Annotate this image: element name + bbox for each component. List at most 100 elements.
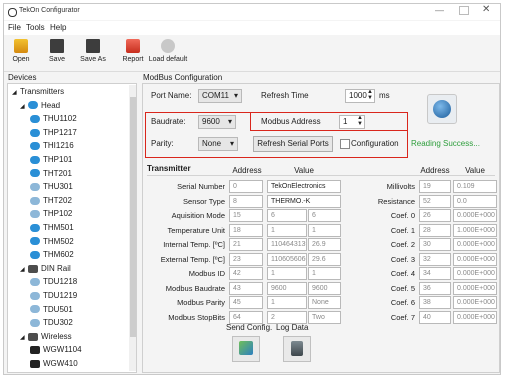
maximize-button[interactable] (459, 6, 469, 15)
value-field[interactable]: 9600 (267, 281, 307, 295)
tree-item-label: THP102 (43, 209, 73, 219)
tree-item[interactable]: ◢ DIN Rail (20, 263, 71, 275)
address-field: 8 (229, 194, 263, 208)
open-button[interactable]: Open (4, 37, 38, 69)
value-field[interactable]: 1.000E+000 (453, 223, 497, 237)
value-field-2[interactable]: Two (308, 310, 341, 324)
menu-file[interactable]: File (8, 23, 21, 32)
report-icon (126, 39, 140, 53)
value-field[interactable]: 1 (267, 223, 307, 237)
value-field[interactable]: 1106056066 (267, 252, 307, 266)
log-data-button[interactable] (283, 336, 311, 362)
report-button[interactable]: Report (116, 37, 150, 69)
tree-item[interactable]: THU301 (30, 181, 73, 193)
tree-item[interactable]: THP1217 (30, 127, 77, 139)
tree-item[interactable]: THT202 (30, 195, 72, 207)
refresh-serial-ports-button[interactable]: Refresh Serial Ports (253, 136, 333, 152)
close-button[interactable]: ✕ (482, 4, 490, 15)
value-field-2[interactable]: 26.9 (308, 238, 341, 251)
expand-arrow-icon[interactable]: ◢ (12, 87, 20, 99)
tree-item[interactable]: TDU501 (30, 304, 73, 316)
parity-value: None (202, 139, 222, 148)
tree-scrollbar[interactable] (129, 85, 136, 371)
value-field[interactable]: THERMO.-K (267, 194, 341, 208)
tree-item[interactable]: THI1216 (30, 140, 74, 152)
save-as-button[interactable]: Save As (76, 37, 110, 69)
value-field[interactable]: 0.000E+000 (453, 252, 497, 266)
tree-scrollbar-thumb[interactable] (130, 97, 136, 337)
tree-item[interactable]: THT201 (30, 168, 72, 180)
modbus-address-input[interactable]: 1 ▲ ▼ (339, 115, 365, 129)
row-label: Coef. 6 (390, 298, 415, 307)
report-label: Report (122, 56, 144, 63)
minimize-button[interactable]: — (435, 5, 444, 15)
menu-tools[interactable]: Tools (26, 23, 45, 32)
spin-icon: ▲ ▼ (357, 115, 363, 127)
value-field[interactable]: 1 (267, 267, 307, 280)
value-field[interactable]: TekOnElectronics (267, 180, 341, 193)
expand-arrow-icon[interactable]: ◢ (20, 264, 28, 276)
value-field-2[interactable]: 9600 (308, 281, 341, 295)
row-label: Modbus StopBits (168, 312, 225, 322)
send-config-button[interactable] (232, 336, 260, 362)
value-field[interactable]: 0.0 (453, 194, 497, 208)
value-field[interactable]: 0.000E+000 (453, 281, 497, 295)
value-field[interactable]: 0.000E+000 (453, 310, 497, 324)
tree-item[interactable]: ◢ Transmitters (12, 86, 64, 98)
tree-item[interactable]: WGW1104 (30, 344, 82, 356)
tree-item[interactable]: TDU1218 (30, 276, 77, 288)
value-field-2[interactable]: 29.6 (308, 252, 341, 266)
value-field[interactable]: 6 (267, 209, 307, 222)
connect-icon[interactable] (427, 94, 457, 124)
configuration-label: Configuration (351, 139, 399, 148)
save-button[interactable]: Save (40, 37, 74, 69)
value-field[interactable]: 0.000E+000 (453, 238, 497, 251)
tree-item[interactable]: TDU302 (30, 317, 73, 329)
expand-arrow-icon[interactable]: ◢ (20, 101, 28, 113)
refresh-time-value: 1000 (349, 91, 367, 100)
devices-header: Devices (8, 73, 37, 82)
value-field[interactable]: 0.000E+000 (453, 209, 497, 222)
load-default-label: Load default (148, 56, 188, 63)
value-field[interactable]: 1104643139 (267, 238, 307, 251)
value-field[interactable]: 1 (267, 296, 307, 309)
parity-select[interactable]: None ▾ (198, 137, 238, 151)
value-field-2[interactable]: 1 (308, 223, 341, 237)
toolbar: Open Save Save As Report Load default (4, 35, 500, 72)
value-field[interactable]: 0.000E+000 (453, 267, 497, 280)
value-field-2[interactable]: 1 (308, 267, 341, 280)
value-field[interactable]: 2 (267, 310, 307, 324)
tree-item-label: TDU1218 (43, 277, 78, 287)
tree-item-label: TDU302 (43, 318, 73, 328)
tree-item[interactable]: WGW410 (30, 358, 78, 370)
tree-item-label: WGW1104 (43, 345, 82, 355)
configuration-checkbox[interactable] (340, 139, 350, 149)
tree-item[interactable]: THM502 (30, 236, 74, 248)
device-icon (30, 155, 40, 164)
menu-help[interactable]: Help (50, 23, 66, 32)
tree-item[interactable]: THM602 (30, 249, 74, 261)
address-field: 42 (229, 267, 263, 280)
tree-item[interactable]: TDU1219 (30, 290, 77, 302)
tree-item[interactable]: THM501 (30, 222, 74, 234)
value-field-2[interactable]: 6 (308, 209, 341, 222)
load-default-icon (161, 39, 175, 53)
refresh-time-input[interactable]: 1000 ▲ ▼ (345, 89, 375, 103)
transmitter-title: Transmitter (147, 164, 191, 173)
expand-arrow-icon[interactable]: ◢ (20, 332, 28, 344)
value-field[interactable]: 0.000E+000 (453, 296, 497, 309)
send-icon (239, 341, 253, 355)
tree-item[interactable]: ◢ Wireless (20, 331, 72, 343)
chevron-down-icon: ▾ (227, 117, 232, 126)
row-label: Modbus Baudrate (165, 283, 225, 293)
tree-item[interactable]: THU1102 (30, 113, 77, 125)
value-field-2[interactable]: None (308, 296, 341, 309)
port-name-label: Port Name: (151, 91, 192, 100)
tree-item[interactable]: THP102 (30, 208, 72, 220)
tree-item[interactable]: THP101 (30, 154, 72, 166)
tree-item[interactable]: ◢ Head (20, 100, 60, 112)
baudrate-select[interactable]: 9600 ▾ (198, 115, 236, 129)
port-name-select[interactable]: COM11 ▾ (198, 89, 242, 103)
value-field[interactable]: 0.109 (453, 180, 497, 193)
load-default-button[interactable]: Load default (148, 37, 188, 69)
